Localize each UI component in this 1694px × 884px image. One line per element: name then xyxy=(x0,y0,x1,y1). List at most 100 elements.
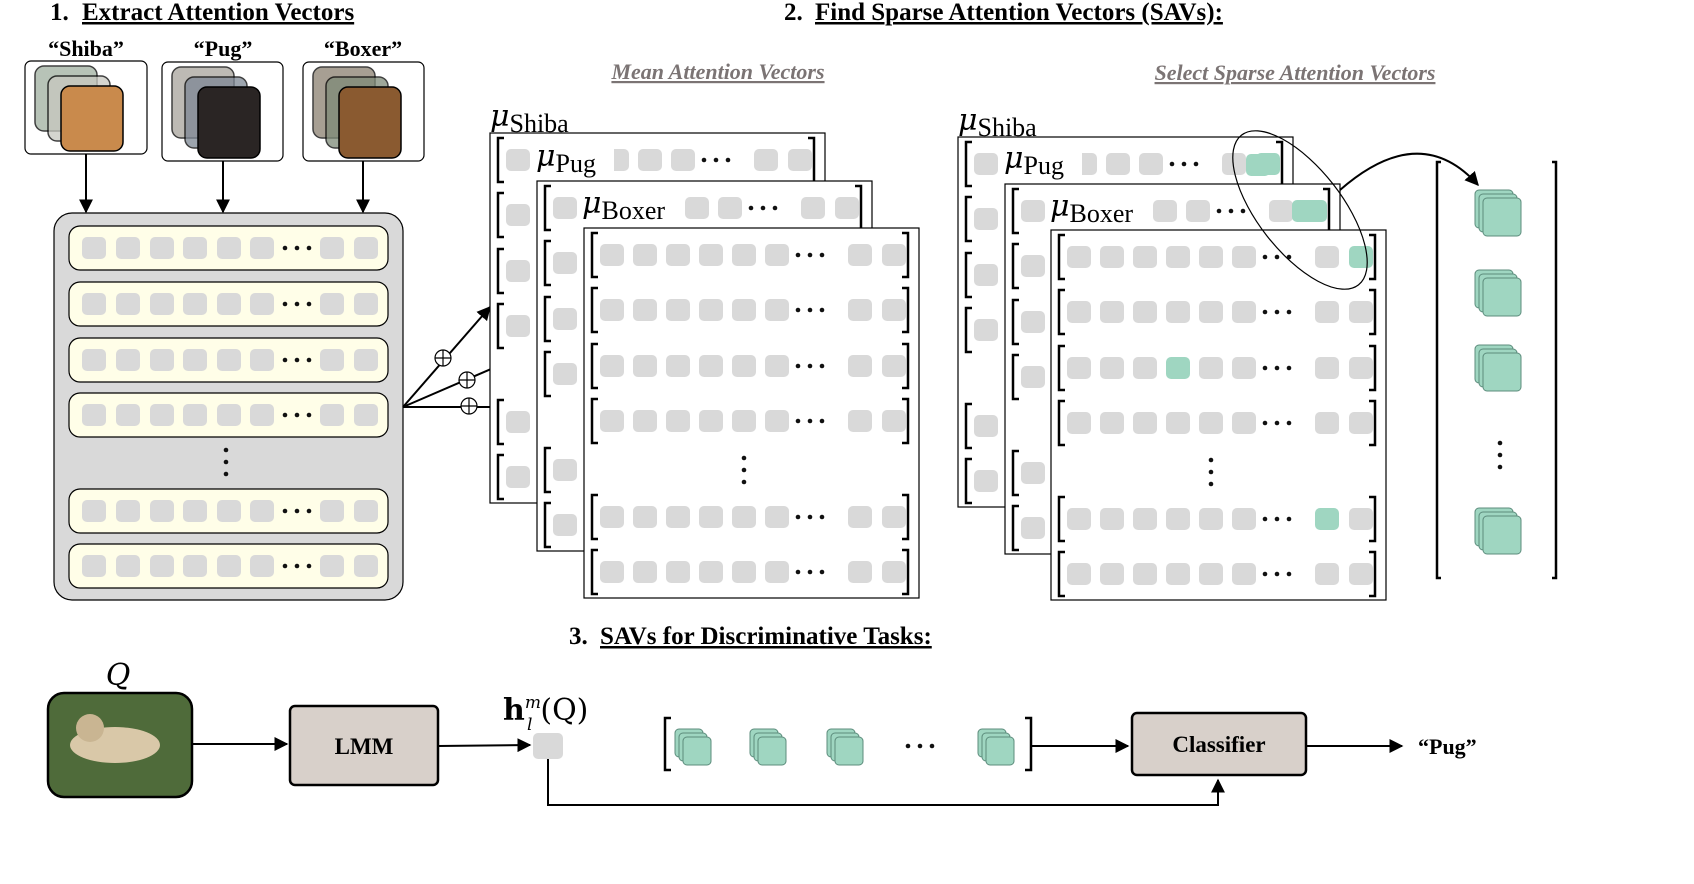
vector-cell xyxy=(732,561,756,583)
vertical-ellipsis-dot xyxy=(1208,469,1214,475)
ellipsis-dot xyxy=(929,743,935,749)
ellipsis-dot xyxy=(294,245,300,251)
vector-cell xyxy=(765,410,789,432)
vector-cell xyxy=(1133,508,1157,530)
vector-cell xyxy=(354,293,378,315)
vertical-ellipsis-dot xyxy=(741,455,747,461)
vector-cell xyxy=(732,244,756,266)
vector-cell xyxy=(974,470,998,492)
sav-stack-icon xyxy=(1482,197,1522,237)
vector-cell xyxy=(1067,301,1091,323)
ellipsis-dot xyxy=(306,412,312,418)
vector-cell xyxy=(1133,563,1157,585)
vector-cell xyxy=(116,349,140,371)
ellipsis-dot xyxy=(795,418,801,424)
ellipsis-dot xyxy=(701,157,707,163)
mu-subscript: Boxer xyxy=(602,196,666,225)
ellipsis-dot xyxy=(917,743,923,749)
ellipsis-dot xyxy=(748,205,754,211)
vector-cell xyxy=(116,404,140,426)
sav-set-left-bracket xyxy=(1435,160,1441,580)
vector-cell xyxy=(1349,508,1373,530)
ellipsis-dot xyxy=(807,514,813,520)
ellipsis-dot xyxy=(1286,571,1292,577)
select-arrow xyxy=(1339,152,1479,191)
ellipsis-dot xyxy=(1262,254,1268,260)
vector-cell xyxy=(1021,255,1045,277)
vector-cell xyxy=(553,459,577,481)
vertical-ellipsis-dot xyxy=(1208,481,1214,487)
vertical-ellipsis-dot xyxy=(1208,457,1214,463)
ellipsis-dot xyxy=(772,205,778,211)
vector-cell xyxy=(1232,246,1256,268)
vector-cell xyxy=(183,349,207,371)
vector-cell xyxy=(600,244,624,266)
vector-cell xyxy=(699,299,723,321)
vector-cell xyxy=(1021,462,1045,484)
vector-cell xyxy=(754,149,778,171)
vertical-ellipsis-dot xyxy=(1497,464,1503,470)
vector-cell xyxy=(1133,357,1157,379)
mu-symbol: μ xyxy=(490,99,510,134)
h-superscript: m xyxy=(525,693,541,713)
ellipsis-dot xyxy=(306,563,312,569)
ellipsis-dot xyxy=(1262,420,1268,426)
vertical-ellipsis-dot xyxy=(223,471,229,477)
section2-title: Find Sparse Attention Vectors (SAVs): xyxy=(815,0,1223,26)
vector-cell xyxy=(765,561,789,583)
vector-cell xyxy=(217,404,241,426)
vector-cell xyxy=(1199,301,1223,323)
mu-symbol: μ xyxy=(958,103,978,138)
ellipsis-dot xyxy=(1228,208,1234,214)
mu-symbol: μ xyxy=(1050,189,1070,224)
ellipsis-dot xyxy=(294,412,300,418)
vector-cell xyxy=(633,244,657,266)
vector-cell xyxy=(183,237,207,259)
vector-cell xyxy=(765,355,789,377)
ellipsis-dot xyxy=(795,569,801,575)
vector-cell xyxy=(732,506,756,528)
vector-cell xyxy=(1349,412,1373,434)
vector-cell xyxy=(553,197,577,219)
sparse-attention-cell xyxy=(1349,246,1373,268)
ellipsis-dot xyxy=(795,307,801,313)
ellipsis-dot xyxy=(807,418,813,424)
section3-number: 3. xyxy=(569,623,588,650)
vector-cell xyxy=(354,237,378,259)
vector-cell xyxy=(553,514,577,536)
vector-cell xyxy=(974,264,998,286)
mu-subscript: Shiba xyxy=(510,109,570,138)
vector-cell xyxy=(354,404,378,426)
vector-cell xyxy=(320,237,344,259)
ellipsis-dot xyxy=(1262,365,1268,371)
mu-symbol: μ xyxy=(582,186,602,221)
vector-cell xyxy=(553,308,577,330)
vector-cell xyxy=(1100,563,1124,585)
vector-cell xyxy=(1186,200,1210,222)
vertical-ellipsis-dot xyxy=(1497,440,1503,446)
ellipsis-dot xyxy=(282,301,288,307)
vertical-ellipsis-dot xyxy=(741,467,747,473)
vector-cell xyxy=(82,293,106,315)
vector-cell xyxy=(1133,301,1157,323)
vector-cell xyxy=(848,244,872,266)
ellipsis-dot xyxy=(1193,161,1199,167)
ellipsis-dot xyxy=(819,307,825,313)
vector-cell xyxy=(732,355,756,377)
section3-title: SAVs for Discriminative Tasks: xyxy=(600,623,932,650)
h-subscript: l xyxy=(527,715,532,735)
vector-cell xyxy=(116,500,140,522)
ellipsis-dot xyxy=(282,357,288,363)
vector-cell xyxy=(150,293,174,315)
vector-cell xyxy=(1067,357,1091,379)
vector-cell xyxy=(1166,508,1190,530)
ellipsis-dot xyxy=(1274,254,1280,260)
vector-cell xyxy=(250,555,274,577)
vertical-ellipsis-dot xyxy=(741,479,747,485)
vector-cell xyxy=(1100,301,1124,323)
vector-cell xyxy=(506,149,530,171)
vector-cell xyxy=(1232,357,1256,379)
ellipsis-dot xyxy=(1274,365,1280,371)
h-argument: (Q) xyxy=(540,693,588,728)
vector-cell xyxy=(1315,301,1339,323)
